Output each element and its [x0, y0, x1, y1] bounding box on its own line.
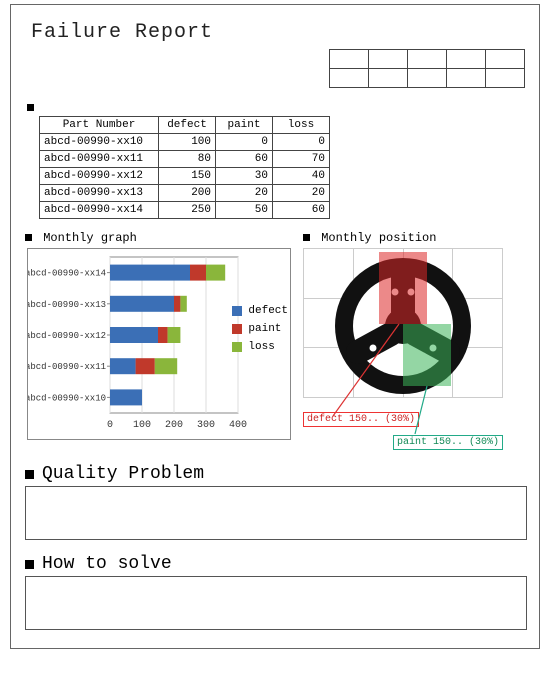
- overlay-paint: [403, 324, 451, 386]
- svg-text:100: 100: [133, 420, 151, 431]
- page-title: Failure Report: [31, 21, 525, 44]
- svg-text:abcd-00990-xx12: abcd-00990-xx12: [28, 331, 106, 341]
- monthly-graph-label: Monthly graph: [25, 231, 291, 245]
- chart-legend: defect paint loss: [232, 299, 288, 359]
- legend-swatch-loss: [232, 342, 242, 352]
- how-to-solve-title: How to solve: [25, 554, 525, 574]
- monthly-position-label: Monthly position: [303, 231, 503, 245]
- header-grid: [329, 49, 525, 88]
- table-row: abcd-00990-xx11806070: [40, 151, 330, 168]
- legend-swatch-paint: [232, 324, 242, 334]
- table-row: abcd-00990-xx1010000: [40, 134, 330, 151]
- bullet-icon: [25, 234, 32, 241]
- overlay-defect: [379, 252, 427, 324]
- col-part: Part Number: [40, 117, 159, 134]
- svg-text:abcd-00990-xx13: abcd-00990-xx13: [28, 300, 106, 310]
- position-diagram: [303, 248, 503, 406]
- col-defect: defect: [159, 117, 216, 134]
- callout-paint: paint 150.. (30%): [393, 435, 503, 450]
- svg-text:400: 400: [229, 420, 247, 431]
- quality-problem-box: [25, 486, 527, 540]
- quality-problem-title: Quality Problem: [25, 464, 525, 484]
- table-section-header: [27, 100, 525, 114]
- col-loss: loss: [273, 117, 330, 134]
- svg-text:300: 300: [197, 420, 215, 431]
- legend-swatch-defect: [232, 306, 242, 316]
- monthly-graph-chart: 0 100 200 300 400 abcd-00990-xx14 abcd-00990-x…: [27, 248, 291, 440]
- svg-text:abcd-00990-xx14: abcd-00990-xx14: [28, 269, 106, 279]
- bullet-icon: [25, 470, 34, 479]
- svg-text:200: 200: [165, 420, 183, 431]
- table-row: abcd-00990-xx132002020: [40, 185, 330, 202]
- svg-text:0: 0: [107, 420, 113, 431]
- table-row: abcd-00990-xx121503040: [40, 168, 330, 185]
- bullet-icon: [27, 104, 34, 111]
- defect-table: Part Number defect paint loss abcd-00990…: [39, 116, 330, 219]
- bullet-icon: [25, 560, 34, 569]
- report-page: Failure Report Part Number defect paint …: [10, 4, 540, 649]
- table-row: abcd-00990-xx142505060: [40, 202, 330, 219]
- col-paint: paint: [216, 117, 273, 134]
- how-to-solve-box: [25, 576, 527, 630]
- svg-text:abcd-00990-xx11: abcd-00990-xx11: [28, 362, 106, 372]
- bullet-icon: [303, 234, 310, 241]
- svg-text:abcd-00990-xx10: abcd-00990-xx10: [28, 393, 106, 403]
